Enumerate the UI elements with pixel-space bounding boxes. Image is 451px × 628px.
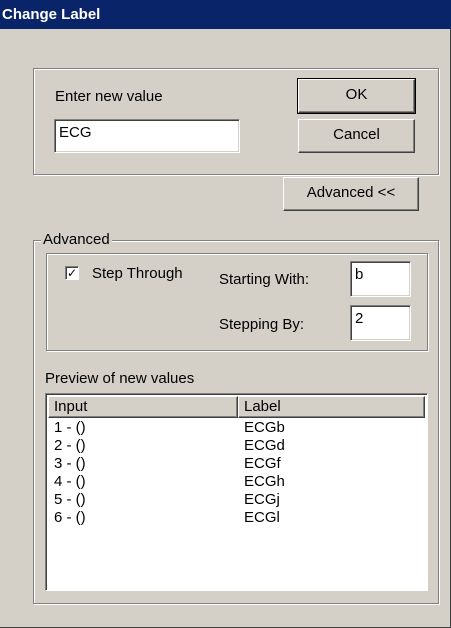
row-input: 2 - ()	[54, 437, 86, 454]
list-item[interactable]: 6 - () ECGl	[48, 509, 425, 527]
list-item[interactable]: 1 - () ECGb	[48, 419, 425, 437]
list-item[interactable]: 2 - () ECGd	[48, 437, 425, 455]
row-input: 1 - ()	[54, 419, 86, 436]
row-input: 6 - ()	[54, 509, 86, 526]
starting-with-input[interactable]: b	[350, 261, 411, 297]
enter-value-label: Enter new value	[55, 88, 163, 105]
change-label-dialog: Change Label Enter new value ECG OK Canc…	[0, 0, 451, 628]
preview-rows: 1 - () ECGb 2 - () ECGd 3 - () ECGf 4 - …	[48, 419, 425, 527]
row-label: ECGl	[244, 509, 280, 526]
row-label: ECGf	[244, 455, 281, 472]
row-input: 5 - ()	[54, 491, 86, 508]
new-value-input[interactable]: ECG	[54, 119, 240, 153]
advanced-toggle-button[interactable]: Advanced <<	[283, 177, 419, 211]
window-title: Change Label	[2, 6, 101, 23]
list-item[interactable]: 3 - () ECGf	[48, 455, 425, 473]
row-input: 3 - ()	[54, 455, 86, 472]
starting-with-label: Starting With:	[219, 271, 310, 288]
stepping-by-label: Stepping By:	[219, 316, 305, 333]
preview-label: Preview of new values	[45, 370, 195, 387]
advanced-group-label: Advanced	[41, 231, 112, 249]
column-header-label[interactable]: Label	[238, 396, 425, 418]
row-label: ECGj	[244, 491, 280, 508]
row-input: 4 - ()	[54, 473, 86, 490]
column-header-input[interactable]: Input	[48, 396, 238, 418]
preview-list-header: Input Label	[48, 396, 425, 418]
checkmark-icon: ✓	[66, 266, 78, 280]
row-label: ECGb	[244, 419, 285, 436]
step-through-label: Step Through	[92, 265, 183, 282]
row-label: ECGh	[244, 473, 285, 490]
list-item[interactable]: 4 - () ECGh	[48, 473, 425, 491]
preview-list[interactable]: Input Label 1 - () ECGb 2 - () ECGd 3 - …	[45, 393, 428, 591]
stepping-by-input[interactable]: 2	[350, 305, 411, 341]
title-bar[interactable]: Change Label	[0, 0, 451, 29]
step-through-checkbox[interactable]: ✓	[65, 266, 79, 280]
ok-button[interactable]: OK	[297, 78, 416, 114]
cancel-button[interactable]: Cancel	[298, 119, 415, 153]
row-label: ECGd	[244, 437, 285, 454]
list-item[interactable]: 5 - () ECGj	[48, 491, 425, 509]
